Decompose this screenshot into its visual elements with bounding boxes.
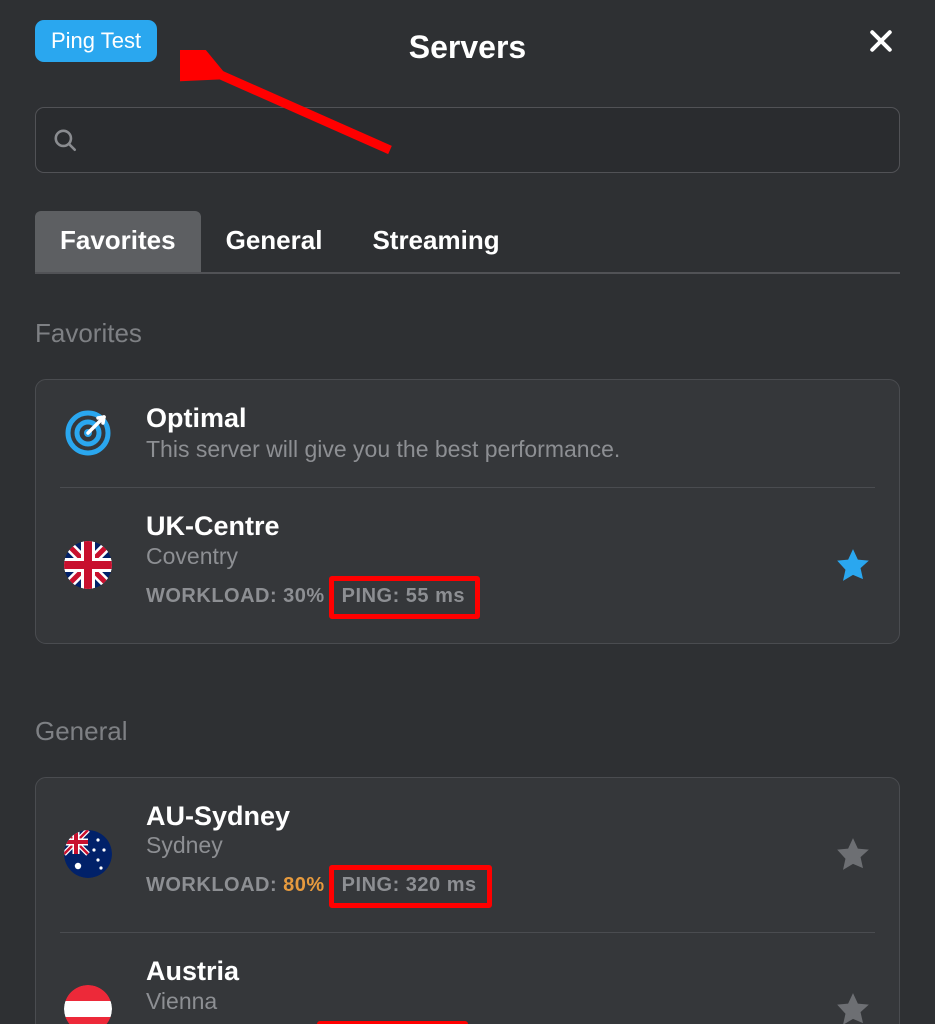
tab-favorites[interactable]: Favorites: [35, 211, 201, 272]
server-stats: WORKLOAD: 30% PING: 55 ms: [146, 576, 817, 619]
favorite-toggle[interactable]: [831, 543, 875, 587]
ping-highlight: PING: 320 ms: [329, 865, 492, 908]
server-desc: This server will give you the best perfo…: [146, 436, 875, 463]
search-field[interactable]: [35, 107, 900, 173]
server-row-au-sydney[interactable]: AU-Sydney Sydney WORKLOAD: 80% PING: 320…: [60, 778, 875, 932]
server-body: AU-Sydney Sydney WORKLOAD: 80% PING: 320…: [146, 800, 817, 908]
server-name: Optimal: [146, 402, 875, 434]
server-city: Sydney: [146, 832, 817, 859]
server-stats: WORKLOAD: 5% PING: 65 ms: [146, 1021, 817, 1024]
tabs: Favorites General Streaming: [35, 211, 900, 274]
server-name: AU-Sydney: [146, 800, 817, 832]
flag-uk-icon: [60, 537, 116, 593]
star-icon: [833, 834, 873, 874]
flag-au-icon: [60, 826, 116, 882]
server-city: Vienna: [146, 988, 817, 1015]
server-body: UK-Centre Coventry WORKLOAD: 30% PING: 5…: [146, 510, 817, 618]
ping-value: 55 ms: [406, 585, 465, 607]
favorites-list: Optimal This server will give you the be…: [35, 379, 900, 644]
close-icon: [866, 26, 896, 56]
header-bar: Ping Test Servers: [35, 20, 900, 75]
ping-highlight: PING: 55 ms: [329, 576, 480, 619]
section-label-favorites: Favorites: [35, 318, 900, 349]
server-name: Austria: [146, 955, 817, 987]
ping-value: 320 ms: [406, 874, 477, 896]
server-row-uk-centre[interactable]: UK-Centre Coventry WORKLOAD: 30% PING: 5…: [60, 487, 875, 642]
favorite-toggle[interactable]: [831, 987, 875, 1024]
workload-value: 80%: [283, 874, 325, 897]
server-body: Optimal This server will give you the be…: [146, 402, 875, 463]
star-icon: [833, 989, 873, 1024]
workload-label: WORKLOAD:: [146, 585, 277, 608]
close-button[interactable]: [862, 22, 900, 60]
tab-streaming[interactable]: Streaming: [347, 211, 524, 272]
favorite-toggle[interactable]: [831, 832, 875, 876]
server-row-austria[interactable]: Austria Vienna WORKLOAD: 5% PING: 65 ms: [60, 932, 875, 1024]
ping-highlight: PING: 65 ms: [317, 1021, 468, 1024]
server-row-optimal[interactable]: Optimal This server will give you the be…: [60, 380, 875, 487]
server-body: Austria Vienna WORKLOAD: 5% PING: 65 ms: [146, 955, 817, 1024]
general-list: AU-Sydney Sydney WORKLOAD: 80% PING: 320…: [35, 777, 900, 1024]
ping-test-button[interactable]: Ping Test: [35, 20, 157, 62]
server-stats: WORKLOAD: 80% PING: 320 ms: [146, 865, 817, 908]
search-container: [35, 107, 900, 173]
ping-label: PING:: [342, 585, 400, 607]
server-city: Coventry: [146, 543, 817, 570]
page-title: Servers: [409, 29, 526, 66]
workload-value: 30%: [283, 585, 325, 608]
star-icon: [833, 545, 873, 585]
workload-label: WORKLOAD:: [146, 874, 277, 897]
section-label-general: General: [35, 716, 900, 747]
flag-at-icon: [60, 981, 116, 1024]
ping-label: PING:: [342, 874, 400, 896]
search-input[interactable]: [92, 129, 883, 152]
search-icon: [52, 127, 78, 153]
servers-panel: Ping Test Servers Favorites General Stre…: [0, 0, 935, 1024]
server-name: UK-Centre: [146, 510, 817, 542]
target-icon: [60, 405, 116, 461]
tab-general[interactable]: General: [201, 211, 348, 272]
